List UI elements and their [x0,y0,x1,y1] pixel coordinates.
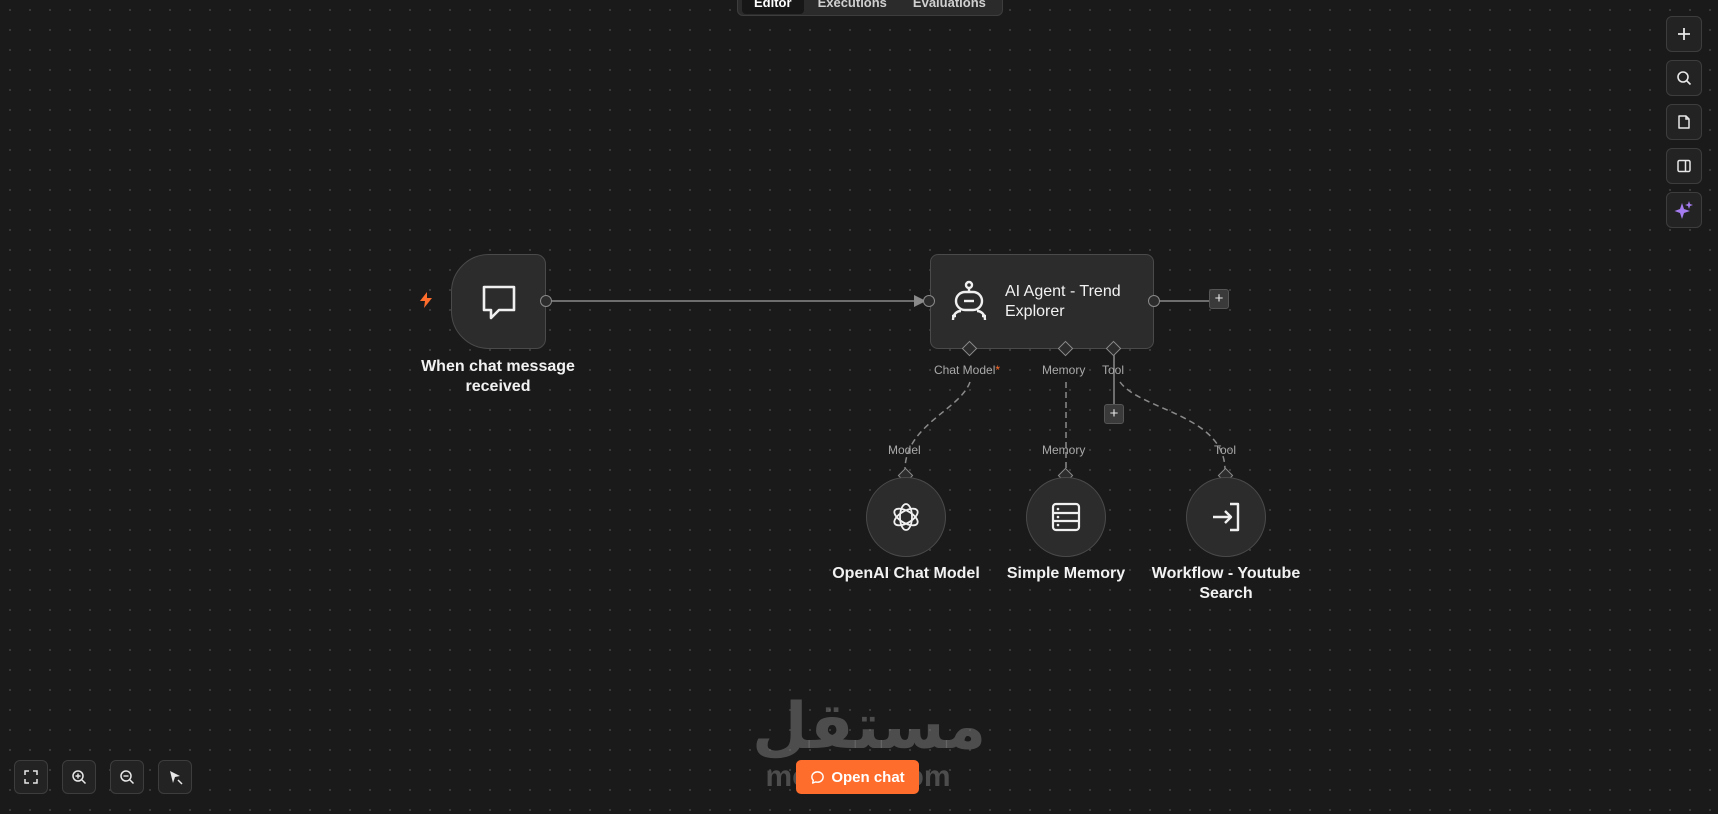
add-next-node-button[interactable]: + [1209,289,1229,309]
openai-icon [893,503,919,531]
tool-port-label: Tool [1102,363,1125,377]
tidy-up-icon [170,771,183,785]
workflow-node-label: Workflow - Youtube Search [1151,565,1301,602]
trigger-bolt-icon [420,292,432,308]
toggle-panel-button[interactable] [1666,148,1702,184]
chat-trigger-node[interactable] [451,254,546,349]
agent-input-port[interactable] [923,295,935,307]
add-tool-button[interactable]: + [1104,404,1124,424]
ai-sparkle-icon [1674,201,1693,219]
zoom-in-button[interactable] [62,760,96,794]
workflow-tool-node[interactable] [1186,477,1266,557]
add-node-button[interactable] [1666,16,1702,52]
plus-icon [1678,28,1690,40]
tool-connection[interactable] [1119,381,1226,471]
openai-chat-model-node[interactable] [866,477,946,557]
memory-port-label: Memory [1042,363,1086,377]
fit-view-button[interactable] [14,760,48,794]
chat-model-port-label: Chat Model* [934,363,1001,377]
chat-icon [811,770,825,784]
trigger-output-port[interactable] [540,295,552,307]
tool-input-label: Tool [1214,443,1237,457]
memory-node-label: Simple Memory [1006,565,1126,582]
search-icon [1677,71,1692,86]
zoom-out-button[interactable] [110,760,144,794]
model-input-label: Model [888,443,921,457]
search-nodes-button[interactable] [1666,60,1702,96]
add-sticky-note-button[interactable] [1666,104,1702,140]
open-chat-label: Open chat [831,768,905,786]
ai-agent-node[interactable]: AI Agent - Trend Explorer [930,254,1154,349]
ai-assistant-button[interactable] [1666,192,1702,228]
sticky-note-icon [1678,115,1690,129]
open-chat-button[interactable]: Open chat [796,760,919,794]
canvas-bottom-toolbar [14,760,192,794]
agent-output-port[interactable] [1148,295,1160,307]
canvas-right-toolbar [1666,16,1702,228]
fit-view-icon [24,770,38,784]
ai-agent-node-label: AI Agent - Trend Explorer [1005,282,1121,320]
tidy-up-button[interactable] [158,760,192,794]
trigger-node-label: When chat message received [421,358,575,395]
database-icon [1051,502,1081,532]
watermark-arabic-text: مستقل [752,690,987,764]
memory-input-label: Memory [1042,443,1086,457]
openai-node-label: OpenAI Chat Model [832,565,980,582]
simple-memory-node[interactable] [1026,477,1106,557]
sign-in-arrow-icon [1213,502,1240,532]
required-marker: * [995,363,1001,377]
robot-icon [951,280,987,320]
zoom-out-icon [120,770,135,785]
side-panel-icon [1677,159,1691,173]
chat-bubble-icon [482,285,515,319]
zoom-in-icon [72,770,87,785]
